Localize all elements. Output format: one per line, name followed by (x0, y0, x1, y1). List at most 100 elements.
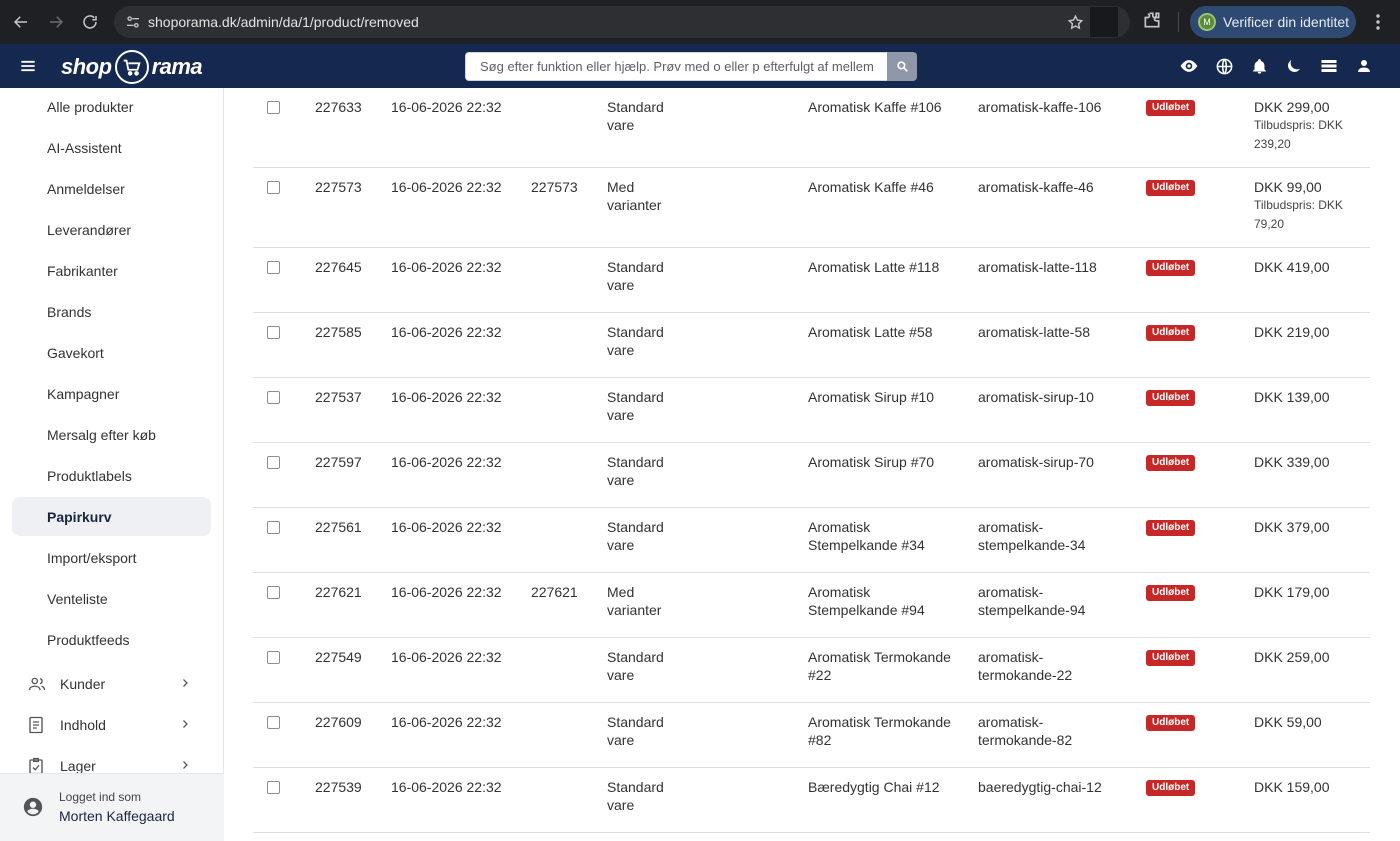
sidebar-item[interactable]: Import/eksport (12, 538, 211, 577)
moon-icon[interactable] (1284, 56, 1304, 76)
back-button[interactable] (4, 5, 38, 39)
product-name-line: Aromatisk Termokande (808, 649, 951, 665)
sidebar-item-label: Brands (47, 303, 92, 320)
product-name-line: Aromatisk Sirup #70 (808, 454, 935, 470)
sidebar-item[interactable]: Venteliste (12, 579, 211, 618)
product-slug-line: aromatisk-kaffe-106 (978, 99, 1102, 115)
product-slug-line: aromatisk- (978, 519, 1044, 535)
product-price: DKK 139,00 (1254, 388, 1330, 406)
sidebar-item[interactable]: Produktfeeds (12, 620, 211, 659)
bookmark-star-icon[interactable] (1060, 13, 1090, 31)
product-type-line: varianter (607, 197, 662, 213)
product-type-line: Standard (607, 99, 664, 115)
product-type-line: Standard (607, 389, 664, 405)
sidebar-item[interactable]: Fabrikanter (12, 251, 211, 290)
logo-text-right: rama (151, 54, 203, 79)
table-row[interactable]: 227561 16-06-2026 22:32 Standard vare Aromat… (253, 508, 1370, 573)
chevron-right-icon (179, 717, 191, 733)
sidebar-item[interactable]: Kampagner (12, 374, 211, 413)
more-vertical-icon[interactable] (1370, 12, 1386, 37)
storage-icon[interactable] (1319, 56, 1339, 76)
row-checkbox[interactable] (267, 391, 280, 404)
price-value: DKK 419,00 (1254, 259, 1330, 275)
product-type: Standard vare (607, 713, 664, 749)
sidebar-item[interactable]: Brands (12, 292, 211, 331)
row-checkbox[interactable] (267, 261, 280, 274)
sidebar-item-label: Produktlabels (47, 467, 132, 484)
account-circle-icon (22, 796, 44, 823)
product-name-line: Bæredygtig Chai #12 (808, 779, 940, 795)
product-slug: aromatisk-sirup-10 (978, 388, 1094, 406)
product-name-line: #22 (808, 667, 832, 683)
site-settings-icon[interactable] (118, 14, 148, 30)
table-row[interactable]: 227573 16-06-2026 22:32 227573 Med varianter… (253, 168, 1370, 248)
reload-button[interactable] (73, 5, 107, 39)
table-row[interactable]: 227597 16-06-2026 22:32 Standard vare Aromat… (253, 443, 1370, 508)
sidebar-item[interactable]: Anmeldelser (12, 169, 211, 208)
product-id: 227585 (315, 324, 362, 340)
menu-icon[interactable] (18, 56, 38, 81)
product-slug: aromatisk-latte-58 (978, 323, 1090, 341)
row-checkbox[interactable] (267, 521, 280, 534)
row-checkbox[interactable] (267, 326, 280, 339)
row-checkbox[interactable] (267, 181, 280, 194)
product-slug-line: stempelkande-94 (978, 602, 1086, 618)
product-slug: baeredygtig-chai-12 (978, 778, 1102, 796)
product-slug: aromatisk-termokande-22 (978, 648, 1072, 684)
table-row[interactable]: 227633 16-06-2026 22:32 Standard vare Aromat… (253, 88, 1370, 168)
eye-icon[interactable] (1179, 56, 1199, 76)
product-type: Standard vare (607, 453, 664, 489)
sidebar-item[interactable]: Alle produkter (12, 87, 211, 126)
price-value: DKK 379,00 (1254, 519, 1330, 535)
product-date: 16-06-2026 22:32 (391, 649, 502, 665)
sidebar-item-label: Fabrikanter (47, 262, 118, 279)
admin-search (465, 52, 917, 81)
admin-search-input[interactable] (465, 52, 887, 81)
product-date: 16-06-2026 22:32 (391, 324, 502, 340)
table-row[interactable]: 227585 16-06-2026 22:32 Standard vare Aromat… (253, 313, 1370, 378)
sidebar-item[interactable]: Papirkurv (12, 497, 211, 536)
sidebar-item[interactable]: Mersalg efter køb (12, 415, 211, 454)
table-row[interactable]: 227621 16-06-2026 22:32 227621 Med varianter… (253, 573, 1370, 638)
row-checkbox[interactable] (267, 716, 280, 729)
search-icon (896, 61, 908, 72)
product-price: DKK 339,00 (1254, 453, 1330, 471)
table-row[interactable]: 227537 16-06-2026 22:32 Standard vare Aromat… (253, 378, 1370, 443)
extensions-icon[interactable] (1142, 10, 1162, 35)
product-date: 16-06-2026 22:32 (391, 454, 502, 470)
row-checkbox[interactable] (267, 781, 280, 794)
row-checkbox[interactable] (267, 101, 280, 114)
profile-button[interactable]: M Verificer din identitet (1190, 6, 1356, 38)
shoporama-logo[interactable]: shop rama (61, 50, 203, 84)
table-row[interactable]: 227609 16-06-2026 22:32 Standard vare Aromat… (253, 703, 1370, 768)
row-checkbox[interactable] (267, 651, 280, 664)
product-name-line: Aromatisk Latte #118 (808, 259, 940, 275)
sidebar-item[interactable]: Gavekort (12, 333, 211, 372)
sidebar-item[interactable]: Leverandører (12, 210, 211, 249)
sidebar-item[interactable]: Produktlabels (12, 456, 211, 495)
sidebar-item[interactable]: AI-Assistent (12, 128, 211, 167)
table-row[interactable]: 227549 16-06-2026 22:32 Standard vare Aromat… (253, 638, 1370, 703)
forward-button[interactable] (39, 5, 73, 39)
globe-icon[interactable] (1214, 56, 1234, 76)
product-price: DKK 219,00 (1254, 323, 1330, 341)
row-checkbox[interactable] (267, 456, 280, 469)
bell-icon[interactable] (1249, 56, 1269, 76)
table-row[interactable]: 227645 16-06-2026 22:32 Standard vare Aromat… (253, 248, 1370, 313)
offer-price-line: 239,20 (1254, 137, 1291, 151)
address-bar[interactable]: shoporama.dk/admin/da/1/product/removed (114, 6, 1130, 38)
product-type: Standard vare (607, 323, 664, 359)
logged-in-user[interactable]: Logget ind som Morten Kaffegaard (0, 773, 224, 841)
table-row[interactable]: 227539 16-06-2026 22:32 Standard vare Bæredy… (253, 768, 1370, 833)
sidebar-group-indhold[interactable]: Indhold (12, 705, 211, 744)
row-checkbox[interactable] (267, 586, 280, 599)
sidebar-group-kunder[interactable]: Kunder (12, 664, 211, 703)
search-button[interactable] (887, 52, 917, 81)
logged-in-caption: Logget ind som (59, 790, 142, 804)
product-id: 227621 (315, 584, 362, 600)
product-type: Standard vare (607, 778, 664, 814)
sidebar-item-label: Kampagner (47, 385, 120, 402)
product-slug: aromatisk-stempelkande-34 (978, 518, 1085, 554)
product-slug: aromatisk-termokande-82 (978, 713, 1072, 749)
person-icon[interactable] (1354, 56, 1374, 76)
